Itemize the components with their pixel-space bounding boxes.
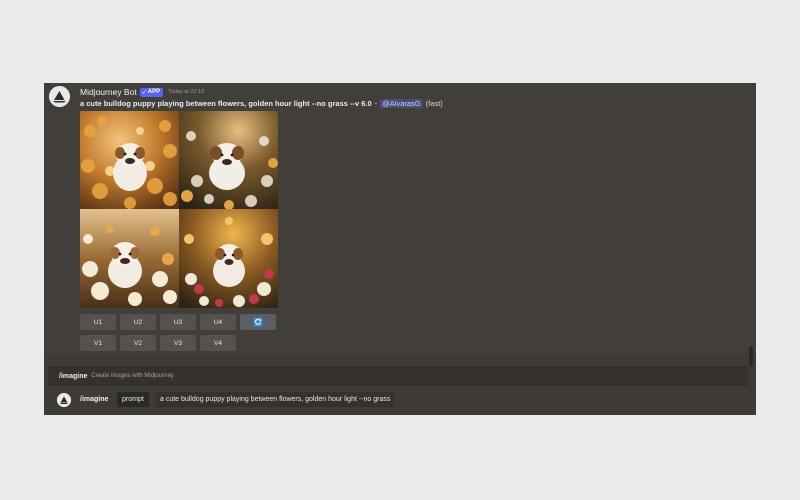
message-timestamp: Today at 22:10 [168,89,205,95]
app-badge: ✓ APP [139,87,164,97]
variation-button-2[interactable]: V2 [120,335,156,351]
message-header: Midjourney Bot ✓ APP Today at 22:10 [80,86,204,98]
separator: - [374,99,378,108]
chat-area: Midjourney Bot ✓ APP Today at 22:10 a cu… [44,83,756,355]
input-command: /imagine [80,396,109,403]
prompt-param-chip[interactable]: prompt [117,392,149,407]
puppy-image-1[interactable] [80,111,179,209]
chat-scrollbar[interactable] [749,346,753,366]
suggestion-description: Create images with Midjourney [91,373,174,379]
image-grid[interactable] [80,111,278,308]
variation-button-3[interactable]: V3 [160,335,196,351]
variation-button-4[interactable]: V4 [200,335,236,351]
refresh-icon [253,317,263,327]
prompt-text: a cute bulldog puppy playing between flo… [80,99,372,108]
speed-label: (fast) [425,99,443,108]
bot-avatar-small [57,393,71,407]
suggestion-command: /imagine [59,372,88,380]
puppy-image-4[interactable] [179,209,278,308]
app-badge-label: APP [147,89,161,95]
upscale-button-row: U1 U2 U3 U4 [80,314,276,330]
upscale-button-2[interactable]: U2 [120,314,156,330]
variation-button-row: V1 V2 V3 V4 [80,335,236,351]
prompt-input-field[interactable]: a cute bulldog puppy playing between flo… [156,392,395,407]
upscale-button-4[interactable]: U4 [200,314,236,330]
bot-avatar[interactable] [49,86,70,107]
discord-window: Midjourney Bot ✓ APP Today at 22:10 a cu… [44,83,756,415]
author-name[interactable]: Midjourney Bot [80,87,137,97]
user-mention[interactable]: @AivarasG [380,99,423,108]
command-suggestion[interactable]: /imagine Create images with Midjourney [48,366,748,386]
upscale-button-1[interactable]: U1 [80,314,116,330]
reroll-button[interactable] [240,314,276,330]
message-content: a cute bulldog puppy playing between flo… [80,98,443,109]
puppy-image-3[interactable] [80,209,179,308]
variation-button-1[interactable]: V1 [80,335,116,351]
puppy-image-2[interactable] [179,111,278,209]
checkmark-icon: ✓ [141,89,147,96]
upscale-button-3[interactable]: U3 [160,314,196,330]
message-input[interactable]: /imagine prompt a cute bulldog puppy pla… [44,389,756,411]
